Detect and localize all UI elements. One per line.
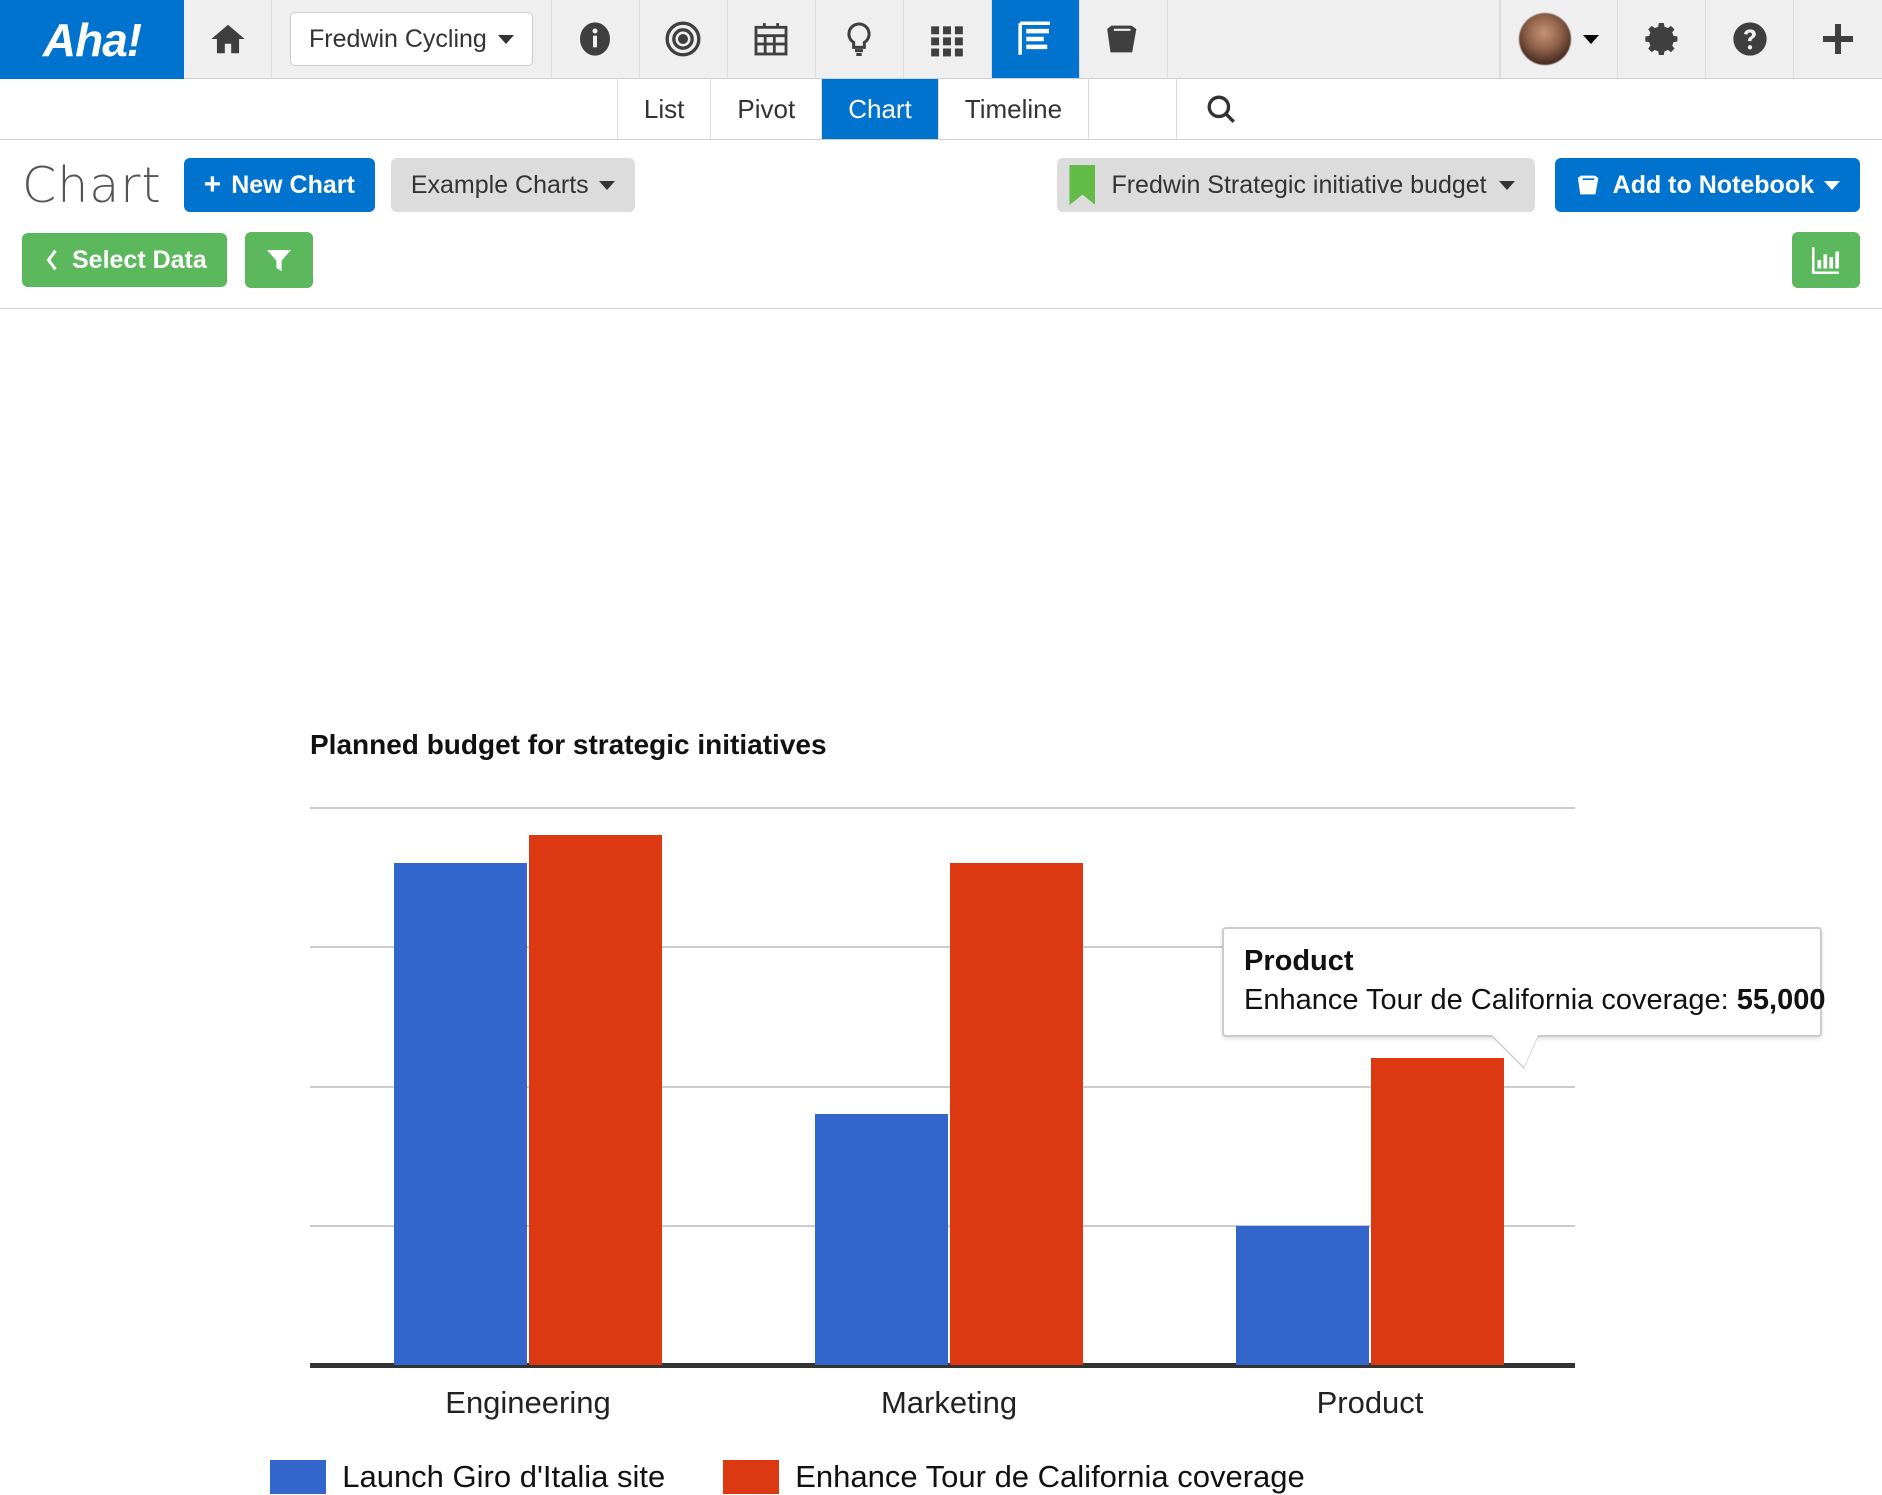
- book-icon[interactable]: [1080, 0, 1168, 78]
- bookmark-icon: [1069, 165, 1095, 205]
- plus-icon[interactable]: [1794, 0, 1882, 78]
- chart-legend: Launch Giro d'Italia site Enhance Tour d…: [0, 1459, 1575, 1495]
- tab-list[interactable]: List: [618, 79, 711, 139]
- funnel-icon: [264, 245, 294, 275]
- chevron-down-icon: [1583, 35, 1599, 44]
- top-navigation-bar: Aha! Fredwin Cycling: [0, 0, 1882, 79]
- bar-engineering-launch-giro-ditalia-site[interactable]: [394, 863, 527, 1365]
- bar-chart-icon: [1808, 243, 1844, 277]
- user-menu[interactable]: [1500, 0, 1618, 78]
- tooltip-value: 55,000: [1737, 984, 1826, 1016]
- data-point-tooltip: Product Enhance Tour de California cover…: [1222, 927, 1822, 1037]
- x-axis-label-engineering: Engineering: [445, 1385, 610, 1421]
- tabrow-right-spacer: [1265, 79, 1882, 139]
- tab-pivot[interactable]: Pivot: [711, 79, 822, 139]
- gridline-100000: [310, 807, 1575, 809]
- avatar: [1519, 13, 1571, 65]
- project-selector-label: Fredwin Cycling: [309, 25, 487, 54]
- select-data-label: Select Data: [72, 246, 207, 275]
- chevron-down-icon: [599, 181, 615, 190]
- chevron-down-icon: [1824, 181, 1840, 190]
- legend-item-launch-giro-ditalia-site[interactable]: Launch Giro d'Italia site: [270, 1459, 665, 1495]
- aha-logo[interactable]: Aha!: [0, 0, 184, 79]
- chart-canvas: Planned budget for strategic initiatives…: [0, 309, 1882, 1354]
- lightbulb-icon[interactable]: [816, 0, 904, 78]
- chart-toolbar-secondary: Select Data: [0, 214, 1882, 309]
- tabrow-left-spacer: [0, 79, 618, 139]
- chart-toolbar-primary: Chart + New Chart Example Charts Fredwin…: [0, 140, 1882, 214]
- project-selector[interactable]: Fredwin Cycling: [272, 0, 552, 78]
- bar-engineering-enhance-tour-de-california-coverage[interactable]: [529, 835, 662, 1365]
- new-chart-button[interactable]: + New Chart: [184, 158, 375, 212]
- bar-marketing-launch-giro-ditalia-site[interactable]: [815, 1114, 948, 1365]
- bar-marketing-enhance-tour-de-california-coverage[interactable]: [950, 863, 1083, 1365]
- chart-title: Planned budget for strategic initiatives: [310, 729, 827, 761]
- plus-icon: +: [204, 173, 222, 197]
- page-title: Chart: [22, 161, 162, 210]
- search-icon[interactable]: [1177, 79, 1265, 139]
- home-icon[interactable]: [184, 0, 272, 78]
- tooltip-title: Product: [1244, 945, 1800, 978]
- book-icon: [1575, 171, 1603, 199]
- saved-chart-selector[interactable]: Fredwin Strategic initiative budget: [1057, 158, 1534, 212]
- calendar-icon[interactable]: [728, 0, 816, 78]
- topbar-spacer: [1168, 0, 1500, 78]
- bar-product-launch-giro-ditalia-site[interactable]: [1236, 1226, 1369, 1365]
- bar-product-enhance-tour-de-california-coverage[interactable]: [1371, 1058, 1504, 1365]
- help-icon[interactable]: [1706, 0, 1794, 78]
- tooltip-body: Enhance Tour de California coverage: 55,…: [1244, 984, 1800, 1017]
- x-axis-label-marketing: Marketing: [881, 1385, 1017, 1421]
- x-axis-label-product: Product: [1317, 1385, 1424, 1421]
- legend-item-enhance-tour-de-california-coverage[interactable]: Enhance Tour de California coverage: [723, 1459, 1305, 1495]
- new-chart-label: New Chart: [231, 171, 355, 200]
- tab-chart[interactable]: Chart: [822, 79, 939, 139]
- filter-button[interactable]: [245, 232, 313, 288]
- project-selector-button[interactable]: Fredwin Cycling: [290, 12, 533, 66]
- chevron-left-icon: [42, 246, 62, 274]
- legend-swatch-red: [723, 1460, 779, 1494]
- plot-area: 100,000 75,000 50,000 25,000 0 Engineeri…: [310, 807, 1575, 1365]
- example-charts-label: Example Charts: [411, 171, 589, 200]
- chevron-down-icon: [498, 35, 514, 44]
- tab-timeline[interactable]: Timeline: [939, 79, 1089, 139]
- chevron-down-icon: [1499, 181, 1515, 190]
- grid-icon[interactable]: [904, 0, 992, 78]
- legend-swatch-blue: [270, 1460, 326, 1494]
- tooltip-series-label: Enhance Tour de California coverage:: [1244, 984, 1737, 1016]
- add-to-notebook-label: Add to Notebook: [1613, 171, 1814, 200]
- tooltip-pointer: [1492, 1035, 1538, 1067]
- gear-icon[interactable]: [1618, 0, 1706, 78]
- legend-label: Launch Giro d'Italia site: [342, 1459, 665, 1495]
- target-icon[interactable]: [640, 0, 728, 78]
- legend-label: Enhance Tour de California coverage: [795, 1459, 1305, 1495]
- info-icon[interactable]: [552, 0, 640, 78]
- view-tabs-row: List Pivot Chart Timeline: [0, 79, 1882, 140]
- example-charts-button[interactable]: Example Charts: [391, 158, 635, 212]
- saved-chart-label: Fredwin Strategic initiative budget: [1111, 171, 1486, 200]
- tabrow-gap: [1089, 79, 1177, 139]
- chart-type-button[interactable]: [1792, 232, 1860, 288]
- report-icon[interactable]: [992, 0, 1080, 78]
- select-data-button[interactable]: Select Data: [22, 233, 227, 287]
- add-to-notebook-button[interactable]: Add to Notebook: [1555, 158, 1860, 212]
